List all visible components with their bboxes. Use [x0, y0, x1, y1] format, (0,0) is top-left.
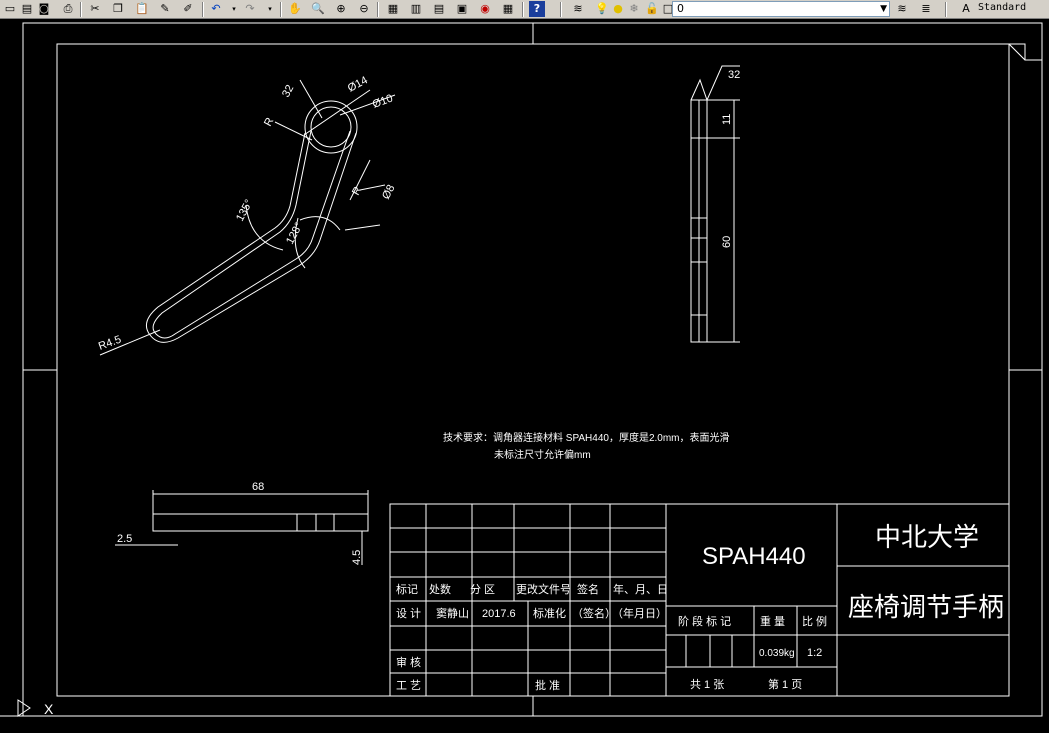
layer-previous-icon[interactable]: ≋	[894, 1, 910, 17]
tb-review-label: 审 核	[396, 655, 421, 669]
tb-design-label: 设 计	[396, 607, 421, 620]
tb-zone: 分 区	[470, 583, 495, 596]
tb-sign-paren: （签名）	[572, 606, 616, 620]
note-line-2: 未标注尺寸允许偏mm	[494, 448, 591, 461]
pan-icon[interactable]: ✋	[287, 1, 303, 17]
tb-date-paren: （年月日）	[612, 606, 667, 620]
help-icon[interactable]: ?	[529, 1, 545, 17]
zoom-window-icon[interactable]: ⊕	[333, 1, 349, 17]
svg-text:X: X	[44, 701, 54, 717]
tb-weight: 0.039kg	[759, 648, 795, 659]
tb-scale-label: 比 例	[802, 614, 827, 628]
freeze-icon[interactable]: ❄	[626, 1, 642, 17]
layer-dropdown[interactable]: 0 ▼	[672, 1, 890, 17]
dim-side-60: 60	[721, 236, 733, 248]
undo-dropdown-icon[interactable]: ▾	[226, 1, 242, 17]
tb-mark: 标记	[396, 582, 418, 596]
tb-sheet-total: 共 1 张	[690, 678, 724, 691]
new-icon[interactable]: ▭	[2, 1, 18, 17]
tb-approve-label: 批 准	[535, 678, 560, 692]
dim-68: 68	[252, 481, 264, 493]
tb-sheet-no: 第 1 页	[768, 677, 802, 691]
tb-material: SPAH440	[702, 543, 806, 570]
note-line-1: 技术要求：调角器连接材料 SPAH440，厚度是2.0mm，表面光滑	[443, 431, 730, 444]
tool-palettes-icon[interactable]: ▤	[431, 1, 447, 17]
sun-icon[interactable]: ●	[610, 1, 626, 17]
text-style-dropdown[interactable]: Standard	[978, 1, 1049, 17]
tb-stage-label: 阶 段 标 记	[678, 614, 731, 628]
redo-dropdown-icon[interactable]: ▾	[262, 1, 278, 17]
tb-date: 年、月、日	[613, 582, 668, 596]
lightbulb-icon[interactable]: 💡	[594, 1, 610, 17]
dim-2-5: 2.5	[117, 533, 132, 545]
tb-docno: 更改文件号	[516, 582, 571, 596]
redo-icon[interactable]: ↷	[242, 1, 258, 17]
properties-icon[interactable]: ▦	[385, 1, 401, 17]
tb-scale: 1:2	[807, 647, 822, 659]
chevron-down-icon: ▼	[880, 4, 887, 14]
dim-side-11: 11	[721, 114, 733, 125]
text-style-value: Standard	[978, 2, 1027, 13]
tb-std-label: 标准化	[533, 606, 566, 620]
open-icon[interactable]: ▤	[19, 1, 35, 17]
zoom-realtime-icon[interactable]: 🔍	[310, 1, 326, 17]
tb-weight-label: 重 量	[760, 614, 785, 628]
copy-icon[interactable]: ❐	[110, 1, 126, 17]
tb-designer: 窦静山	[436, 606, 469, 620]
dim-side-32: 32	[728, 69, 740, 81]
sheet-set-icon[interactable]: ▣	[454, 1, 470, 17]
dim-4-5: 4.5	[351, 550, 363, 565]
design-center-icon[interactable]: ▥	[408, 1, 424, 17]
block-editor-icon[interactable]: ✐	[180, 1, 196, 17]
drawing-canvas[interactable]: X R 32 Ø14 Ø10 135° 128° R Ø8 R4.5 32 11…	[0, 19, 1049, 733]
undo-icon[interactable]: ↶	[208, 1, 224, 17]
layer-value: 0	[677, 2, 684, 15]
zoom-previous-icon[interactable]: ⊖	[356, 1, 372, 17]
lock-icon[interactable]: 🔓	[644, 1, 660, 17]
print-icon[interactable]: ⎙	[60, 1, 76, 17]
layer-manager-icon[interactable]: ≋	[570, 1, 586, 17]
tb-process-label: 工 艺	[396, 679, 421, 692]
text-style-icon[interactable]: A	[958, 1, 974, 17]
calculator-icon[interactable]: ▦	[500, 1, 516, 17]
tb-part-name: 座椅调节手柄	[848, 592, 1004, 622]
paste-icon[interactable]: 📋	[134, 1, 150, 17]
tb-design-date: 2017.6	[482, 608, 516, 620]
tb-count: 处数	[429, 583, 451, 596]
cut-icon[interactable]: ✂	[87, 1, 103, 17]
match-properties-icon[interactable]: ✎	[157, 1, 173, 17]
layer-states-icon[interactable]: ≣	[918, 1, 934, 17]
tb-sign: 签名	[577, 582, 599, 596]
markup-icon[interactable]: ◉	[477, 1, 493, 17]
tb-school: 中北大学	[875, 522, 979, 552]
save-icon[interactable]: ◙	[36, 1, 52, 17]
standard-toolbar: ▭ ▤ ◙ ⎙ ✂ ❐ 📋 ✎ ✐ ↶ ▾ ↷ ▾ ✋ 🔍 ⊕ ⊖ ▦ ▥ ▤ …	[0, 0, 1049, 19]
